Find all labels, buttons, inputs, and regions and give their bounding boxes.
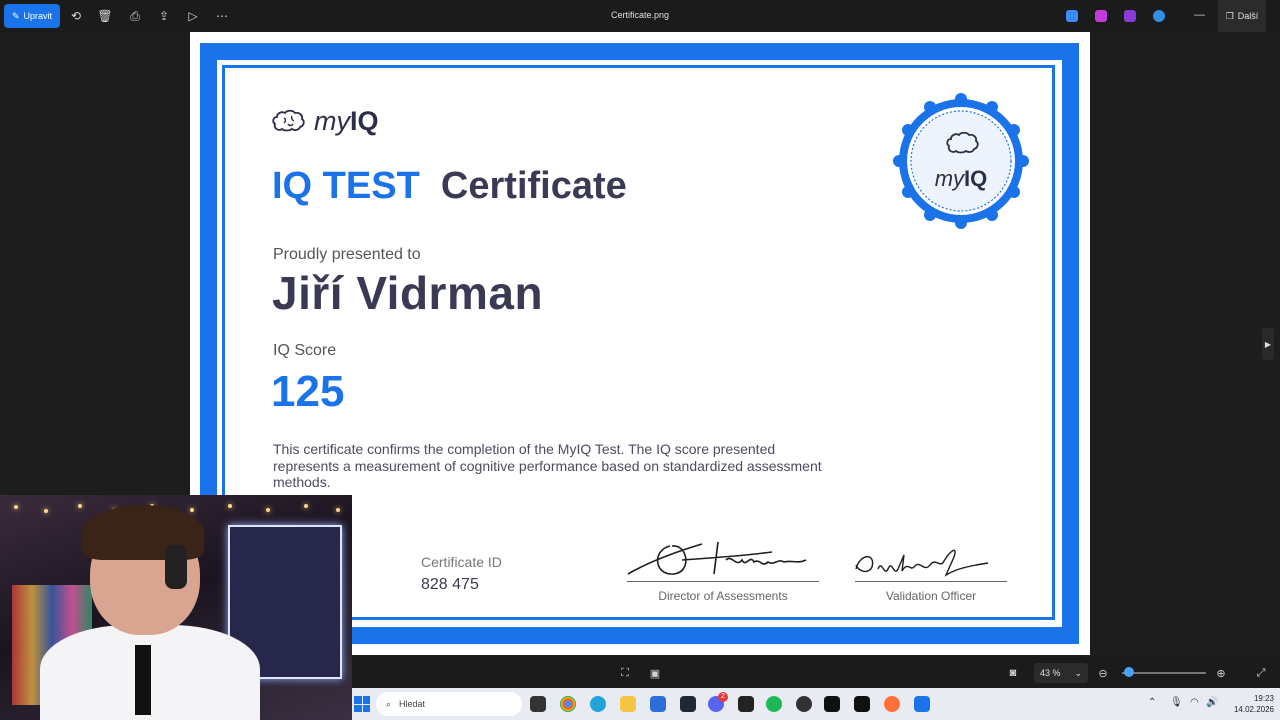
headset [165, 545, 187, 589]
next-image-button[interactable]: ▶ [1262, 328, 1274, 360]
epic-games-icon[interactable] [738, 696, 754, 712]
validation-caption: Validation Officer [885, 589, 977, 603]
certificate-title: IQ TEST Certificate [272, 165, 627, 208]
wifi-icon[interactable]: ◠ [1190, 697, 1199, 708]
signature-line-director [627, 581, 819, 582]
director-caption: Director of Assessments [658, 589, 788, 603]
zoom-dropdown[interactable]: 43 % ⌄ [1034, 663, 1088, 683]
slideshow-icon[interactable]: ▷ [185, 8, 201, 24]
certificate-id-label: Certificate ID [421, 554, 502, 570]
discord-badge: 2 [718, 692, 728, 702]
seal-prefix: my [934, 166, 965, 191]
tray-chevron-up-icon[interactable]: ⌃ [1148, 697, 1156, 708]
zoom-slider-track[interactable] [1122, 672, 1206, 674]
file-explorer-icon[interactable] [620, 696, 636, 712]
seal-suffix: IQ [964, 166, 988, 191]
title-dark: Certificate [440, 165, 627, 207]
seal-badge-icon [893, 93, 1029, 229]
firefox-icon[interactable] [884, 696, 900, 712]
edit-label: Upravit [23, 11, 53, 21]
fairy-light [14, 505, 18, 509]
restore-icon: ❐ [1225, 10, 1234, 21]
tiktok-icon[interactable] [854, 696, 870, 712]
signature-validation [855, 549, 989, 577]
fairy-light [228, 504, 232, 508]
clock-date: 14.02.2026 [1233, 705, 1274, 714]
notepad-icon[interactable] [650, 696, 666, 712]
title-blue: IQ TEST [272, 165, 420, 207]
next-label: Další [1237, 11, 1259, 21]
fit-to-window-icon[interactable]: ⛶ [618, 666, 632, 680]
logo-suffix: IQ [350, 106, 379, 136]
score-label: IQ Score [273, 342, 337, 359]
zoom-in-icon[interactable]: ⊕ [1214, 666, 1228, 680]
signature-director [627, 541, 807, 575]
video-editor-icon[interactable] [1124, 10, 1136, 22]
edge-icon[interactable] [590, 696, 606, 712]
onedrive-icon[interactable] [1153, 10, 1165, 22]
start-button[interactable] [354, 696, 370, 712]
myiq-seal: myIQ [892, 92, 1030, 230]
capcut-icon[interactable] [824, 696, 840, 712]
window-title: Certificate.png [610, 10, 670, 20]
rotate-icon[interactable]: ⟲ [68, 8, 84, 24]
recipient-name: Jiří Vidrman [272, 267, 544, 319]
taskbar: ⌕ Hledat 2 ⌃ 🎙 ◠ 🔊 19:23 14.02.2026 [352, 688, 1280, 720]
chevron-down-icon: ⌄ [1074, 667, 1082, 678]
viewer-toolbar: ⛶ ▣ ◙ 43 % ⌄ ⊖ ⊕ ⤢ [352, 658, 1280, 688]
fairy-light [78, 504, 82, 508]
microphone-icon[interactable]: 🎙 [1170, 697, 1183, 708]
task-view-icon[interactable] [530, 696, 546, 712]
zoom-out-icon[interactable]: ⊖ [1096, 666, 1110, 680]
photos-icon[interactable] [914, 696, 930, 712]
edit-button[interactable]: ✎ Upravit [4, 4, 60, 28]
volume-icon[interactable]: 🔊 [1206, 697, 1218, 708]
webcam-overlay [0, 495, 352, 720]
logo-prefix: my [314, 106, 350, 136]
fairy-light [190, 508, 194, 512]
seal-text: myIQ [892, 166, 1030, 192]
actual-size-icon[interactable]: ▣ [648, 666, 662, 680]
myiq-logo: myIQ [272, 106, 379, 137]
fairy-light [336, 508, 340, 512]
fairy-light [266, 508, 270, 512]
minimize-button[interactable]: — [1194, 9, 1205, 21]
certificate-description: This certificate confirms the completion… [273, 441, 822, 491]
iq-score: 125 [271, 367, 345, 416]
presented-label: Proudly presented to [273, 246, 421, 263]
fullscreen-icon[interactable]: ⤢ [1254, 666, 1268, 680]
print-icon[interactable]: ⎙ [127, 8, 143, 24]
fairy-light [304, 504, 308, 508]
chrome-icon[interactable] [560, 696, 576, 712]
signature-line-validation [855, 581, 1007, 582]
fairy-light [44, 509, 48, 513]
brain-icon [272, 109, 305, 131]
taskbar-search[interactable]: ⌕ Hledat [376, 692, 522, 716]
taskbar-clock[interactable]: 19:23 14.02.2026 [1222, 693, 1274, 715]
search-placeholder: Hledat [399, 699, 426, 709]
delete-icon[interactable]: 🗑 [97, 8, 113, 24]
search-icon: ⌕ [386, 698, 392, 709]
next-button[interactable]: ❐ Další [1218, 0, 1266, 32]
person-tie [135, 645, 151, 715]
share-icon[interactable]: ⇪ [156, 8, 172, 24]
steam-icon[interactable] [680, 696, 696, 712]
more-icon[interactable]: ⋯ [214, 8, 230, 24]
zoom-slider-thumb[interactable] [1124, 667, 1134, 677]
edit-app-icon[interactable] [1066, 10, 1078, 22]
obs-icon[interactable] [796, 696, 812, 712]
certificate-id: 828 475 [421, 576, 479, 593]
zoom-value: 43 % [1040, 668, 1061, 678]
title-bar: ✎ Upravit ⟲ 🗑 ⎙ ⇪ ▷ ⋯ Certificate.png — … [0, 0, 1280, 54]
camera-icon[interactable]: ◙ [1006, 666, 1020, 680]
edit-icon: ✎ [11, 10, 20, 21]
clock-time: 19:23 [1253, 694, 1274, 703]
spotify-icon[interactable] [766, 696, 782, 712]
clipchamp-icon[interactable] [1095, 10, 1107, 22]
